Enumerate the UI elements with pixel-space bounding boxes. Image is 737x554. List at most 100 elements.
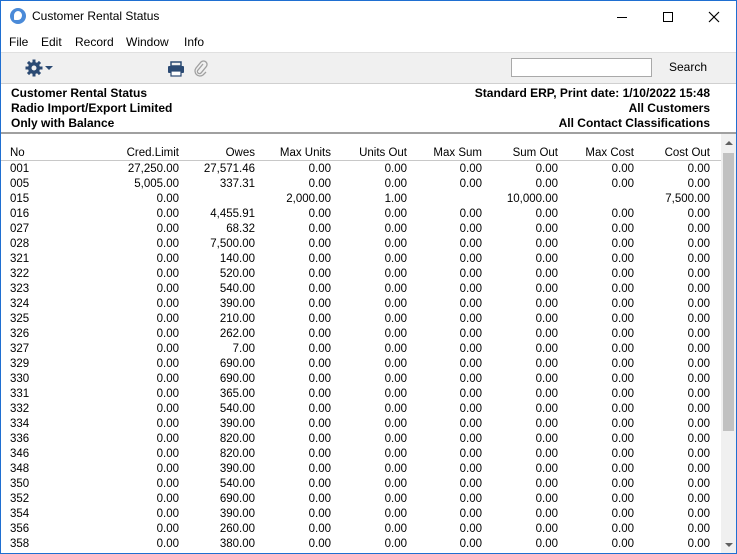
minimize-button[interactable] — [599, 1, 645, 32]
cell-max-units: 2,000.00 — [286, 193, 331, 205]
table-row[interactable]: 322 0.00 520.00 0.00 0.00 0.00 0.00 0.00 0.00 — [1, 267, 721, 282]
table-row[interactable]: 350 0.00 540.00 0.00 0.00 0.00 0.00 0.00 0.00 — [1, 477, 721, 492]
report-title: Customer Rental Status — [11, 86, 148, 100]
menu-edit[interactable]: Edit — [41, 35, 62, 49]
menu-record[interactable]: Record — [75, 35, 114, 49]
column-header-cred-limit: Cred.Limit — [126, 147, 179, 159]
table-row[interactable]: 323 0.00 540.00 0.00 0.00 0.00 0.00 0.00 0.00 — [1, 282, 721, 297]
cell-cred-limit: 0.00 — [156, 388, 179, 400]
cell-cost-out: 0.00 — [687, 283, 710, 295]
cell-units-out: 0.00 — [384, 373, 407, 385]
table-row[interactable]: 027 0.00 68.32 0.00 0.00 0.00 0.00 0.00 0.00 — [1, 222, 721, 237]
cell-cred-limit: 0.00 — [156, 298, 179, 310]
gear-icon[interactable] — [25, 59, 43, 77]
menu-file[interactable]: File — [9, 35, 28, 49]
cell-max-units: 0.00 — [308, 478, 331, 490]
table-row[interactable]: 005 5,005.00 337.31 0.00 0.00 0.00 0.00 0.00 0.0… — [1, 177, 721, 192]
cell-sum-out: 0.00 — [535, 208, 558, 220]
table-row[interactable]: 346 0.00 820.00 0.00 0.00 0.00 0.00 0.00 0.00 — [1, 447, 721, 462]
cell-no: 325 — [10, 313, 30, 325]
vertical-scrollbar[interactable] — [721, 134, 736, 553]
table-row[interactable]: 348 0.00 390.00 0.00 0.00 0.00 0.00 0.00 0.00 — [1, 462, 721, 477]
cell-max-cost: 0.00 — [611, 298, 634, 310]
table-row[interactable]: 321 0.00 140.00 0.00 0.00 0.00 0.00 0.00 0.00 — [1, 252, 721, 267]
cell-cred-limit: 0.00 — [156, 193, 179, 205]
cell-max-units: 0.00 — [308, 358, 331, 370]
cell-sum-out: 0.00 — [535, 463, 558, 475]
cell-owes: 210.00 — [219, 313, 255, 325]
cell-max-sum: 0.00 — [459, 388, 482, 400]
close-icon — [708, 11, 720, 22]
table-row[interactable]: 015 0.00 2,000.00 1.00 10,000.00 7,500.00 — [1, 192, 721, 207]
table-row[interactable]: 327 0.00 7.00 0.00 0.00 0.00 0.00 0.00 0.00 — [1, 342, 721, 357]
cell-no: 028 — [10, 238, 30, 250]
cell-max-units: 0.00 — [308, 433, 331, 445]
cell-units-out: 0.00 — [384, 358, 407, 370]
table-row[interactable]: 354 0.00 390.00 0.00 0.00 0.00 0.00 0.00 0.00 — [1, 507, 721, 522]
table-row[interactable]: 326 0.00 262.00 0.00 0.00 0.00 0.00 0.00 0.00 — [1, 327, 721, 342]
close-button[interactable] — [691, 1, 736, 32]
cell-no: 356 — [10, 523, 30, 535]
cell-cost-out: 0.00 — [687, 388, 710, 400]
table-row[interactable]: 331 0.00 365.00 0.00 0.00 0.00 0.00 0.00 0.00 — [1, 387, 721, 402]
cell-sum-out: 0.00 — [535, 328, 558, 340]
cell-units-out: 0.00 — [384, 208, 407, 220]
cell-units-out: 0.00 — [384, 523, 407, 535]
table-row[interactable]: 329 0.00 690.00 0.00 0.00 0.00 0.00 0.00 0.00 — [1, 357, 721, 372]
cell-max-sum: 0.00 — [459, 418, 482, 430]
cell-max-units: 0.00 — [308, 508, 331, 520]
cell-owes: 68.32 — [226, 223, 255, 235]
menu-window[interactable]: Window — [126, 35, 169, 49]
table-row[interactable]: 352 0.00 690.00 0.00 0.00 0.00 0.00 0.00 0.00 — [1, 492, 721, 507]
search-input[interactable] — [511, 58, 652, 77]
cell-cost-out: 0.00 — [687, 523, 710, 535]
cell-sum-out: 0.00 — [535, 523, 558, 535]
title-bar[interactable]: Customer Rental Status — [1, 1, 736, 32]
cell-no: 015 — [10, 193, 30, 205]
paperclip-icon[interactable] — [194, 60, 208, 78]
menu-info[interactable]: Info — [184, 35, 204, 49]
table-row[interactable]: 324 0.00 390.00 0.00 0.00 0.00 0.00 0.00 0.00 — [1, 297, 721, 312]
scroll-down-button[interactable] — [721, 536, 736, 553]
cell-no: 350 — [10, 478, 30, 490]
cell-cred-limit: 5,005.00 — [134, 178, 179, 190]
scroll-thumb[interactable] — [723, 153, 734, 431]
table-row[interactable]: 358 0.00 380.00 0.00 0.00 0.00 0.00 0.00 0.00 — [1, 537, 721, 552]
report-header: Customer Rental Status Radio Import/Expo… — [1, 83, 736, 131]
table-row[interactable]: 028 0.00 7,500.00 0.00 0.00 0.00 0.00 0.00 0.00 — [1, 237, 721, 252]
table-row[interactable]: 325 0.00 210.00 0.00 0.00 0.00 0.00 0.00 0.00 — [1, 312, 721, 327]
cell-sum-out: 0.00 — [535, 343, 558, 355]
chevron-down-icon[interactable] — [45, 66, 53, 70]
cell-max-cost: 0.00 — [611, 448, 634, 460]
column-header-max-cost: Max Cost — [585, 147, 634, 159]
search-button[interactable]: Search — [669, 60, 707, 74]
table-row[interactable]: 001 27,250.00 27,571.46 0.00 0.00 0.00 0.00 0.0… — [1, 162, 721, 177]
cell-cost-out: 0.00 — [687, 328, 710, 340]
cell-sum-out: 0.00 — [535, 403, 558, 415]
cell-cred-limit: 0.00 — [156, 283, 179, 295]
table-row[interactable]: 334 0.00 390.00 0.00 0.00 0.00 0.00 0.00 0.00 — [1, 417, 721, 432]
table-row[interactable]: 336 0.00 820.00 0.00 0.00 0.00 0.00 0.00 0.00 — [1, 432, 721, 447]
menu-bar: File Edit Record Window Info — [1, 32, 736, 52]
print-icon[interactable] — [167, 61, 185, 77]
cell-no: 352 — [10, 493, 30, 505]
cell-units-out: 0.00 — [384, 463, 407, 475]
arrow-down-icon — [724, 542, 733, 547]
table-row[interactable]: 332 0.00 540.00 0.00 0.00 0.00 0.00 0.00 0.00 — [1, 402, 721, 417]
cell-cost-out: 0.00 — [687, 418, 710, 430]
cell-cost-out: 0.00 — [687, 208, 710, 220]
cell-owes: 520.00 — [219, 268, 255, 280]
cell-sum-out: 0.00 — [535, 178, 558, 190]
table-row[interactable]: 330 0.00 690.00 0.00 0.00 0.00 0.00 0.00 0.00 — [1, 372, 721, 387]
cell-no: 354 — [10, 508, 30, 520]
table-row[interactable]: 016 0.00 4,455.91 0.00 0.00 0.00 0.00 0.00 0.00 — [1, 207, 721, 222]
cell-cred-limit: 0.00 — [156, 403, 179, 415]
cell-sum-out: 0.00 — [535, 358, 558, 370]
cell-max-units: 0.00 — [308, 328, 331, 340]
table-row[interactable]: 356 0.00 260.00 0.00 0.00 0.00 0.00 0.00 0.00 — [1, 522, 721, 537]
cell-cred-limit: 0.00 — [156, 433, 179, 445]
cell-units-out: 0.00 — [384, 403, 407, 415]
company-name: Radio Import/Export Limited — [11, 101, 173, 115]
scroll-up-button[interactable] — [721, 134, 736, 151]
maximize-button[interactable] — [645, 1, 691, 32]
